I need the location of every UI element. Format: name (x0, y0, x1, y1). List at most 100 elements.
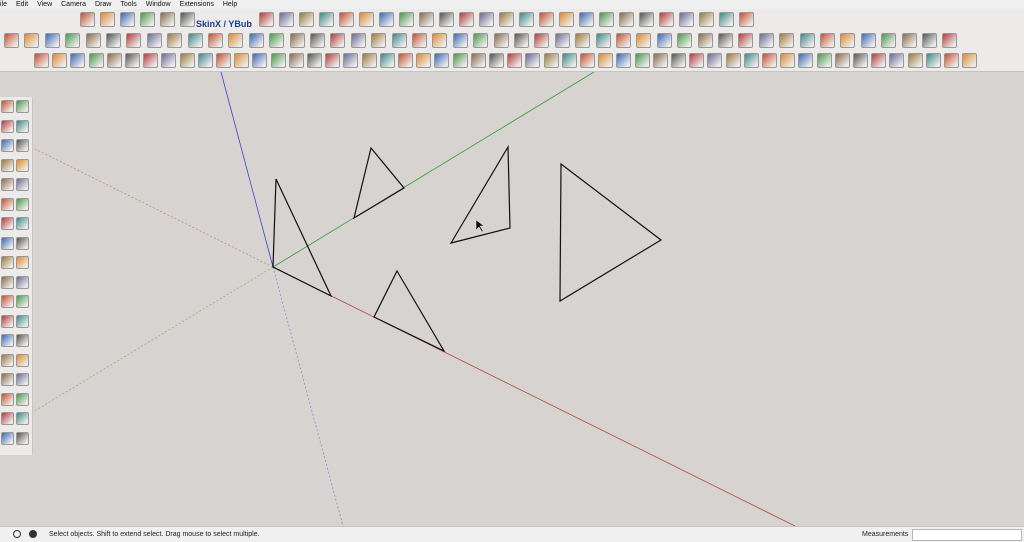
menu-item-edit[interactable]: Edit (16, 0, 28, 9)
ungroup-icon[interactable] (143, 53, 159, 68)
arc-tool-c-icon[interactable] (1, 217, 14, 230)
back-icon[interactable] (140, 12, 155, 27)
scale-tool-b-icon[interactable] (1, 275, 14, 289)
shaded-icon[interactable] (616, 33, 631, 48)
scale-icon[interactable] (459, 12, 474, 27)
pan-tool-b-icon[interactable] (16, 353, 29, 367)
look-around-icon[interactable] (493, 33, 509, 48)
text-tool-b-icon[interactable] (16, 295, 29, 308)
polygon-tool-icon[interactable] (16, 178, 29, 191)
textured-icon[interactable] (636, 33, 652, 48)
walk-icon[interactable] (180, 12, 195, 27)
curve-c-icon[interactable] (270, 53, 286, 68)
curve-i-icon[interactable] (379, 53, 395, 68)
curve-n-icon[interactable] (470, 53, 486, 68)
pencil-icon[interactable] (44, 33, 60, 48)
shape-g-icon[interactable] (816, 53, 832, 68)
shape-d-icon[interactable] (762, 53, 777, 68)
curve-b-icon[interactable] (252, 53, 268, 68)
curve-l-icon[interactable] (434, 53, 450, 68)
unlock-icon[interactable] (179, 53, 195, 68)
shape-m-icon[interactable] (925, 53, 941, 68)
zoom-extents-icon[interactable] (412, 33, 427, 48)
outliner-icon[interactable] (579, 12, 594, 27)
undo-icon[interactable] (100, 12, 115, 27)
zoom-tool-b-icon[interactable] (1, 373, 14, 386)
menu-item-camera[interactable]: Camera (61, 0, 86, 9)
menu-item-extensions[interactable]: Extensions (180, 0, 214, 9)
move-tool-icon[interactable] (1, 236, 14, 250)
measurements-input[interactable] (912, 529, 1022, 541)
info-icon[interactable] (13, 530, 21, 538)
move-icon[interactable] (126, 33, 142, 48)
dimension-icon[interactable] (289, 33, 305, 48)
shape-f-icon[interactable] (798, 53, 814, 68)
curve-v-icon[interactable] (616, 53, 632, 68)
components-icon[interactable] (499, 12, 514, 27)
bottom-view-icon[interactable] (799, 33, 815, 48)
xray-icon[interactable] (534, 33, 550, 48)
rotate-icon[interactable] (146, 33, 162, 48)
curve-w-icon[interactable] (634, 53, 650, 68)
left-view-icon[interactable] (779, 33, 795, 48)
layers-icon[interactable] (559, 12, 574, 27)
pan-tool-icon[interactable] (350, 33, 366, 48)
curve-j-icon[interactable] (398, 53, 413, 68)
hidden-line-icon[interactable] (595, 33, 611, 48)
shape-j-icon[interactable] (871, 53, 887, 68)
hidden-cube-icon[interactable] (70, 53, 86, 68)
curve-e-icon[interactable] (307, 53, 322, 68)
shape-a-icon[interactable] (707, 53, 723, 68)
record-icon[interactable] (279, 12, 294, 27)
orbit-icon[interactable] (359, 12, 374, 27)
curve-k-icon[interactable] (416, 53, 432, 68)
union-icon[interactable] (840, 33, 856, 48)
axes-icon[interactable] (248, 33, 264, 48)
stop-icon[interactable] (120, 12, 135, 27)
curve-z-icon[interactable] (689, 53, 705, 68)
paint-tool-icon[interactable] (1, 119, 14, 133)
model-canvas[interactable] (33, 72, 1024, 526)
rotated-rect-icon[interactable] (16, 158, 29, 172)
iso-view-icon[interactable] (677, 33, 693, 48)
axes-tool-icon[interactable] (16, 314, 29, 328)
styles-icon[interactable] (539, 12, 554, 27)
orbit-tool-b-icon[interactable] (1, 353, 14, 367)
walk-tool-icon[interactable] (514, 33, 529, 48)
intersect-icon[interactable] (820, 33, 835, 48)
arc-tool-icon[interactable] (65, 33, 81, 48)
zoom-icon[interactable] (339, 12, 354, 27)
match-photo-icon[interactable] (659, 12, 674, 27)
push-pull-tool-icon[interactable] (16, 236, 29, 250)
zoom-tool-icon[interactable] (371, 33, 387, 48)
menu-item-view[interactable]: View (37, 0, 52, 9)
menu-item-window[interactable]: Window (146, 0, 171, 9)
save-icon[interactable] (80, 12, 95, 27)
eraser-icon[interactable] (24, 33, 40, 48)
triangle-top[interactable] (353, 146, 405, 220)
dimension-tool-icon[interactable] (1, 334, 14, 347)
tape-tool-icon[interactable] (1, 295, 14, 308)
curve-m-icon[interactable] (452, 53, 468, 68)
curve-x-icon[interactable] (652, 53, 668, 68)
circle-tool-icon[interactable] (1, 178, 14, 191)
right-view-icon[interactable] (738, 33, 754, 48)
select-tool-icon[interactable] (1, 100, 14, 113)
position-camera-icon[interactable] (473, 33, 489, 48)
section-tool-icon[interactable] (16, 431, 29, 445)
eraser-tool-icon[interactable] (16, 119, 29, 133)
curve-h-icon[interactable] (361, 53, 377, 68)
push-icon[interactable] (419, 12, 434, 27)
menu-item-ile[interactable]: ile (0, 0, 7, 9)
shape-i-icon[interactable] (853, 53, 868, 68)
curve-q-icon[interactable] (525, 53, 541, 68)
protractor-icon[interactable] (269, 33, 285, 48)
text-icon[interactable] (228, 33, 244, 48)
menu-item-tools[interactable]: Tools (120, 0, 136, 9)
fog-icon[interactable] (639, 12, 654, 27)
pointer-icon[interactable] (160, 12, 175, 27)
cube-icon[interactable] (34, 53, 49, 68)
triangle-right[interactable] (559, 162, 663, 303)
select-icon[interactable] (4, 33, 19, 48)
rectangle-icon[interactable] (85, 33, 101, 48)
